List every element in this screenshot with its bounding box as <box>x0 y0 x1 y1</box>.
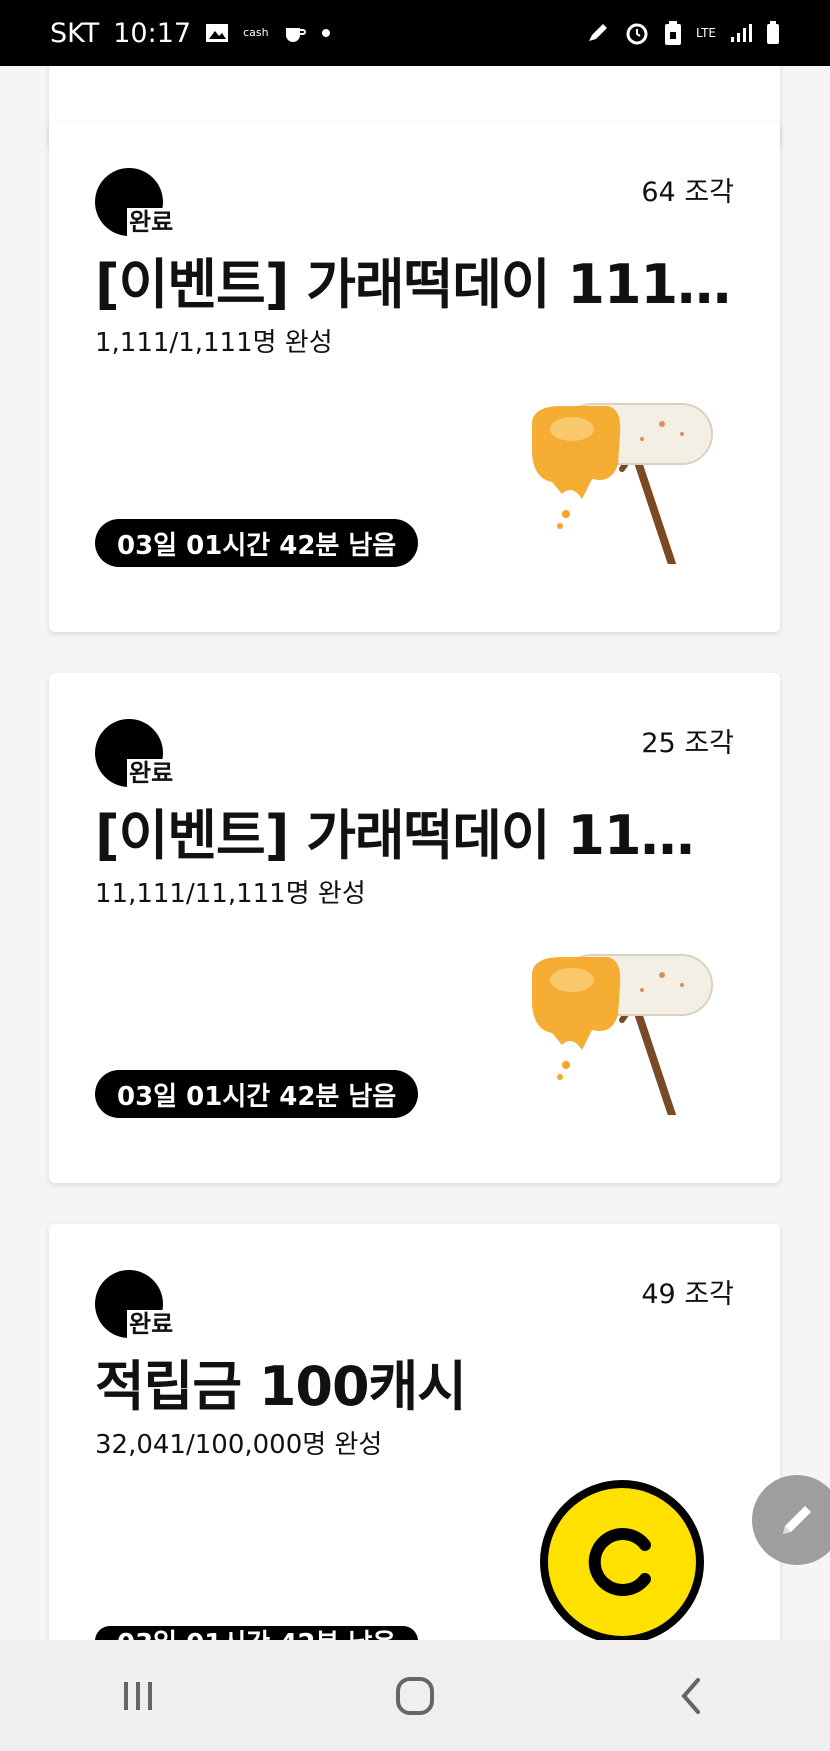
back-button[interactable] <box>652 1666 732 1726</box>
system-nav-bar <box>0 1640 830 1751</box>
complete-badge-label: 완료 <box>127 759 176 787</box>
time-remaining-pill: 03일 01시간 42분 남음 <box>95 519 419 567</box>
pieces-count: 49 조각 <box>641 1279 734 1310</box>
puzzle-card[interactable]: 완료 25 조각 [이벤트] 가래떡데이 11… 11,111/11,111명 … <box>49 673 780 1183</box>
completion-count: 32,041/100,000명 완성 <box>95 1430 383 1460</box>
back-icon <box>680 1677 700 1714</box>
card-title: 적립금 100캐시 <box>95 1355 467 1418</box>
lte-icon: LTE <box>696 26 716 40</box>
dot-icon <box>321 28 331 38</box>
completion-count: 1,111/1,111명 완성 <box>95 328 333 358</box>
card-list[interactable]: 완료 64 조각 [이벤트] 가래떡데이 111… 1,111/1,111명 완… <box>0 66 830 1640</box>
cash-c-icon <box>588 1528 651 1596</box>
cash-fab-button[interactable] <box>540 1480 704 1644</box>
home-button[interactable] <box>375 1666 455 1726</box>
complete-badge-label: 완료 <box>127 1310 176 1338</box>
pencil-icon <box>783 1506 811 1534</box>
garaetteok-honey-image <box>532 403 713 564</box>
garaetteok-honey-image <box>532 954 713 1115</box>
signal-icon <box>730 23 752 43</box>
status-bar: SKT 10:17 cash LTE <box>0 0 830 66</box>
clock-label: 10:17 <box>113 17 192 49</box>
card-title: [이벤트] 가래떡데이 111… <box>95 253 731 316</box>
cash-icon: cash <box>243 26 269 39</box>
carrier-label: SKT <box>50 17 100 49</box>
pieces-count: 64 조각 <box>641 177 734 208</box>
home-icon <box>395 1676 434 1715</box>
pieces-count: 25 조각 <box>641 728 734 759</box>
card-title: [이벤트] 가래떡데이 11… <box>95 804 695 867</box>
recent-apps-button[interactable] <box>98 1666 178 1726</box>
recent-apps-icon <box>124 1681 153 1710</box>
gallery-icon <box>205 22 229 44</box>
complete-badge-label: 완료 <box>127 208 176 236</box>
pen-icon <box>586 21 610 45</box>
battery-icon <box>766 21 780 45</box>
time-remaining-pill: 03일 01시간 42분 남음 <box>95 1070 419 1118</box>
completion-count: 11,111/11,111명 완성 <box>95 879 366 909</box>
lock-battery-icon <box>664 20 682 46</box>
alarm-icon <box>624 20 650 46</box>
time-remaining-pill: 03일 01시간 42분 남음 <box>95 1626 419 1640</box>
puzzle-card[interactable]: 완료 64 조각 [이벤트] 가래떡데이 111… 1,111/1,111명 완… <box>49 122 780 632</box>
coffee-icon <box>283 22 307 44</box>
